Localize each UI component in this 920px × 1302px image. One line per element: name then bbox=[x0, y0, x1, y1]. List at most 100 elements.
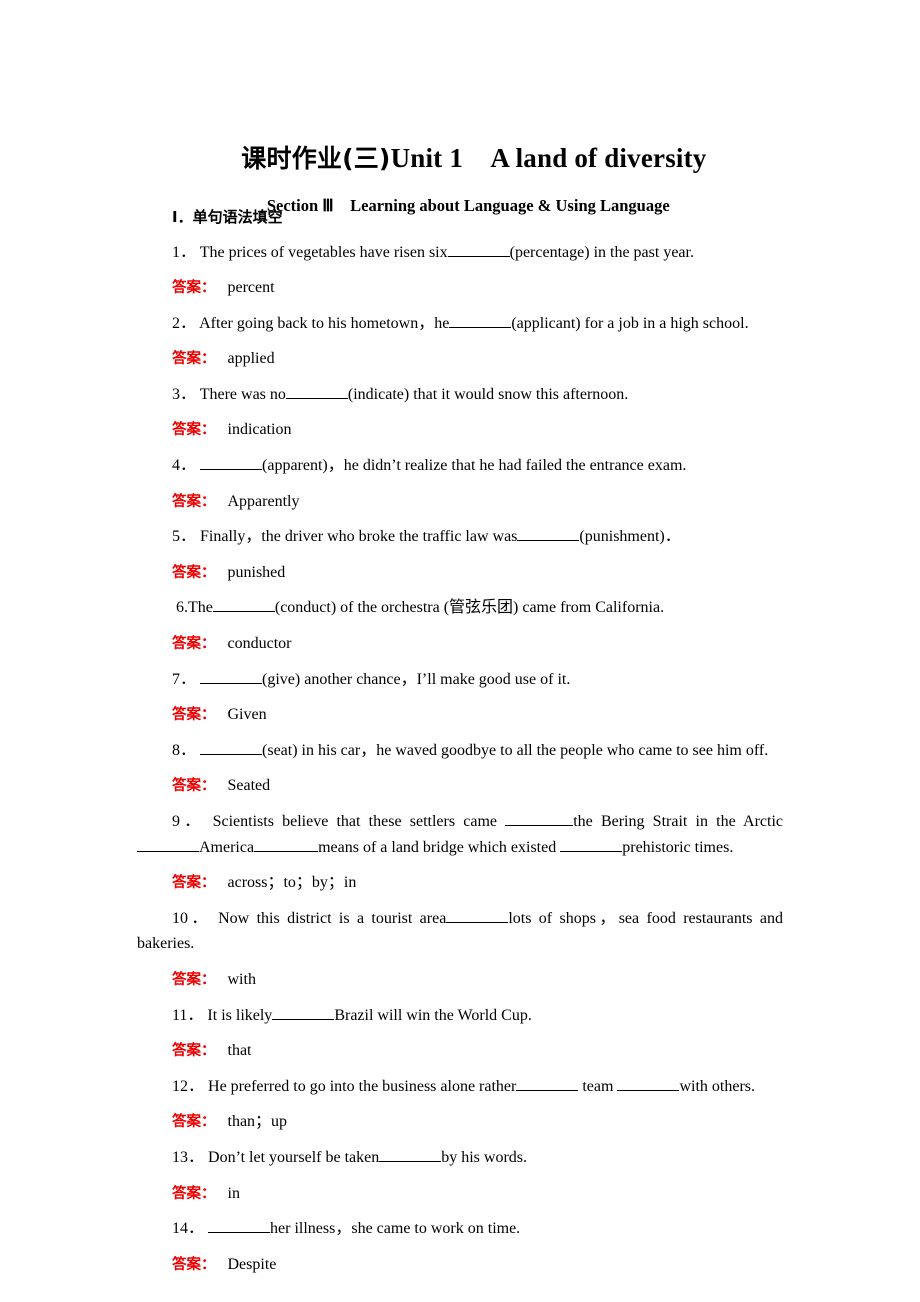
question-item: 14． her illness，she came to work on time… bbox=[137, 1211, 783, 1247]
answer-label: 答案： bbox=[172, 1043, 216, 1060]
answer-item: 答案： applied bbox=[137, 341, 783, 377]
fill-in-blank bbox=[208, 1216, 271, 1234]
answer-label: 答案： bbox=[172, 1185, 216, 1202]
answer-value: that bbox=[215, 1042, 252, 1060]
fill-in-blank bbox=[379, 1145, 442, 1162]
answer-label: 答案： bbox=[172, 493, 216, 510]
answer-value: across；to；by；in bbox=[215, 874, 357, 892]
question-text: the Bering Strait in the Arctic bbox=[573, 813, 784, 830]
answer-item: 答案： punished bbox=[137, 555, 783, 591]
fill-in-blank bbox=[272, 1003, 335, 1020]
question-text: her illness，she came to work on time. bbox=[270, 1220, 521, 1238]
question-text: team bbox=[578, 1077, 618, 1095]
answer-value: Despite bbox=[215, 1255, 277, 1273]
question-number: 9． bbox=[172, 813, 213, 830]
question-text: with others. bbox=[679, 1077, 755, 1095]
answer-value: Apparently bbox=[215, 492, 300, 510]
question-text: (indicate) that it would snow this after… bbox=[347, 385, 629, 403]
answer-label: 答案： bbox=[172, 351, 216, 368]
question-list: 1． The prices of vegetables have risen s… bbox=[137, 235, 783, 1283]
answer-label: 答案： bbox=[172, 875, 216, 892]
answer-value: Seated bbox=[215, 777, 271, 795]
question-text: by his words. bbox=[441, 1148, 528, 1166]
answer-item: 答案： that bbox=[137, 1033, 783, 1069]
question-text: It is likely bbox=[207, 1006, 273, 1024]
answer-label: 答案： bbox=[172, 280, 216, 297]
fill-in-blank bbox=[517, 524, 580, 542]
question-text: (conduct) of the orchestra (管弦乐团) came f… bbox=[274, 599, 665, 617]
answer-value: Given bbox=[215, 706, 267, 724]
answer-item: 答案： indication bbox=[137, 412, 783, 448]
fill-in-blank bbox=[516, 1074, 579, 1091]
answer-item: 答案： percent bbox=[137, 270, 783, 306]
question-number: 4． bbox=[172, 457, 201, 475]
question-line: 9． Scientists believe that these settler… bbox=[137, 809, 783, 835]
question-text: Scientists believe that these settlers c… bbox=[212, 813, 506, 830]
question-item: 13． Don’t let yourself be taken by his w… bbox=[137, 1140, 783, 1176]
question-text: (apparent)，he didn’t realize that he had… bbox=[262, 457, 687, 475]
answer-value: in bbox=[215, 1184, 240, 1202]
question-text: Don’t let yourself be taken bbox=[208, 1148, 380, 1166]
question-text: There was no bbox=[199, 385, 286, 403]
question-item: 7． (give) another chance，I’ll make good … bbox=[137, 662, 783, 698]
answer-label: 答案： bbox=[172, 707, 216, 724]
question-number: 12． bbox=[172, 1077, 209, 1095]
fill-in-blank bbox=[200, 453, 263, 471]
answer-item: 答案： than；up bbox=[137, 1104, 783, 1140]
question-text: He preferred to go into the business alo… bbox=[208, 1077, 517, 1095]
fill-in-blank bbox=[446, 906, 509, 923]
answer-item: 答案： Despite bbox=[137, 1247, 783, 1283]
question-text: America bbox=[199, 838, 255, 856]
answer-item: 答案： Apparently bbox=[137, 484, 783, 520]
question-number: 10． bbox=[172, 909, 219, 927]
answer-value: percent bbox=[215, 279, 275, 297]
answer-item: 答案： in bbox=[137, 1176, 783, 1212]
fill-in-blank bbox=[200, 667, 263, 684]
answer-label: 答案： bbox=[172, 778, 216, 795]
page-title-chinese: 课时作业(三) bbox=[241, 144, 391, 174]
fill-in-blank bbox=[137, 835, 199, 852]
question-text: (punishment)． bbox=[579, 528, 681, 546]
question-item: 8． (seat) in his car，he waved goodbye to… bbox=[137, 733, 783, 769]
question-number: 3． bbox=[172, 385, 200, 403]
question-text: (applicant) for a job in a high school. bbox=[511, 314, 749, 332]
question-text: (give) another chance，I’ll make good use… bbox=[262, 670, 571, 688]
answer-label: 答案： bbox=[172, 1114, 216, 1131]
questions-container: Ⅰ．单句语法填空 1． The prices of vegetables hav… bbox=[137, 206, 783, 1282]
answer-value: indication bbox=[215, 421, 292, 439]
question-text: The bbox=[188, 599, 213, 617]
question-number: 8． bbox=[172, 741, 201, 759]
part-heading: Ⅰ．单句语法填空 bbox=[172, 208, 283, 226]
question-item: 6.The (conduct) of the orchestra (管弦乐团) … bbox=[137, 590, 783, 626]
fill-in-blank bbox=[560, 835, 623, 852]
fill-in-blank bbox=[285, 382, 348, 399]
question-item: 2． After going back to his hometown，he (… bbox=[137, 306, 783, 342]
question-text: lots of shops，sea food restaurants and bbox=[508, 909, 783, 927]
page-title-english: Unit 1 A land of diversity bbox=[390, 143, 707, 174]
question-text: Now this district is a tourist area bbox=[218, 909, 447, 927]
fill-in-blank bbox=[617, 1074, 680, 1091]
fill-in-blank bbox=[212, 595, 275, 613]
question-text: (seat) in his car，he waved goodbye to al… bbox=[262, 741, 769, 759]
question-text: bakeries. bbox=[137, 935, 195, 953]
question-text: Brazil will win the World Cup. bbox=[334, 1006, 532, 1024]
question-number: 14． bbox=[172, 1220, 209, 1238]
fill-in-blank bbox=[505, 809, 574, 826]
answer-item: 答案： Seated bbox=[137, 768, 783, 804]
answer-value: punished bbox=[215, 563, 286, 581]
question-number: 11． bbox=[172, 1006, 208, 1024]
question-text: The prices of vegetables have risen six bbox=[199, 243, 448, 261]
question-number: 1． bbox=[172, 243, 200, 261]
question-text: (percentage) in the past year. bbox=[509, 243, 694, 261]
question-number: 6. bbox=[176, 599, 188, 617]
fill-in-blank bbox=[447, 240, 510, 257]
question-item: 3． There was no (indicate) that it would… bbox=[137, 377, 783, 413]
worksheet-page: 课时作业(三)Unit 1 A land of diversity Sectio… bbox=[0, 0, 920, 1302]
question-number: 5． bbox=[172, 528, 201, 546]
question-line: 10． Now this district is a tourist area … bbox=[137, 906, 783, 932]
question-text: After going back to his hometown，he bbox=[199, 314, 450, 332]
answer-item: 答案： Given bbox=[137, 697, 783, 733]
fill-in-blank bbox=[254, 835, 319, 852]
fill-in-blank bbox=[200, 738, 263, 755]
answer-item: 答案： conductor bbox=[137, 626, 783, 662]
